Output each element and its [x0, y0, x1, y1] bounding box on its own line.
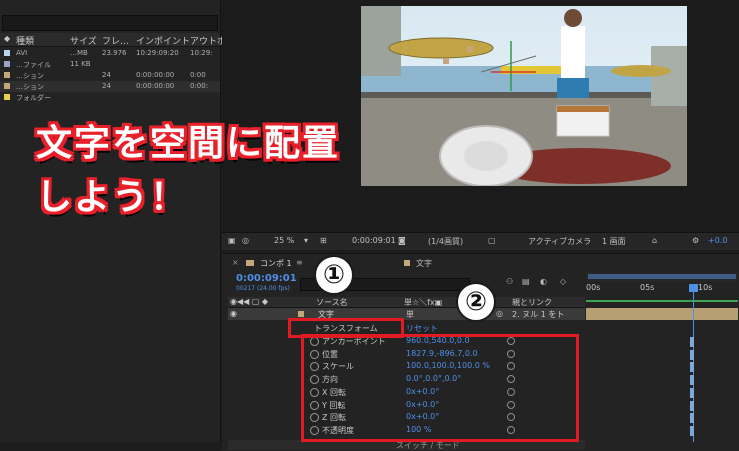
- column-fps[interactable]: フレ…: [102, 34, 129, 47]
- project-item[interactable]: …ション 24 0:00:00:00 0:00:: [0, 81, 220, 92]
- item-label-swatch[interactable]: [4, 61, 10, 67]
- close-tab-icon[interactable]: ×: [232, 258, 239, 267]
- project-item-name: …ファイル: [16, 61, 51, 69]
- item-label-swatch[interactable]: [4, 94, 10, 100]
- ruler-tick-10: 10s: [698, 283, 713, 292]
- tag-icon: ◆: [4, 34, 11, 43]
- project-item[interactable]: フォルダー: [0, 92, 220, 103]
- step-badge-1: ①: [314, 255, 354, 295]
- ruler-tick-5: 05s: [640, 283, 655, 292]
- ruler-tick-0: 00s: [586, 283, 601, 292]
- overlay-title-line2: しよう！: [36, 177, 189, 218]
- column-type[interactable]: 種類: [16, 34, 34, 47]
- camera-icon[interactable]: ◙: [398, 236, 406, 245]
- project-item[interactable]: AVI …MB 23.976 10:29:09:20 10:29:: [0, 48, 220, 59]
- project-item-fps: 24: [102, 71, 111, 79]
- comp-flowchart-icon[interactable]: ⚇: [506, 277, 513, 286]
- keyframe-marker[interactable]: [690, 349, 694, 360]
- snapshot-icon[interactable]: ▣: [228, 236, 236, 245]
- parent-select[interactable]: 2. ヌル 1 をト: [512, 309, 564, 320]
- item-label-swatch[interactable]: [4, 72, 10, 78]
- transform-reset-link[interactable]: リセット: [406, 323, 438, 334]
- resolution-select[interactable]: (1/4画質): [428, 236, 463, 247]
- fast-preview-icon[interactable]: ⌂: [652, 236, 657, 245]
- zoom-chevron-icon[interactable]: ▾: [304, 236, 308, 245]
- mask-icon[interactable]: ◎: [242, 236, 249, 245]
- keyframe-marker[interactable]: [690, 375, 694, 386]
- drummer-scene-image: [361, 6, 687, 186]
- exposure-value[interactable]: +0.0: [708, 236, 727, 245]
- tab-menu-icon[interactable]: ≡: [296, 258, 303, 267]
- overlay-title-line1: 文字を空間に配置: [36, 123, 341, 164]
- zoom-select[interactable]: 25 %: [274, 236, 294, 245]
- item-label-swatch[interactable]: [4, 83, 10, 89]
- project-item-name: フォルダー: [16, 94, 51, 102]
- keyframe-marker[interactable]: [690, 362, 694, 373]
- column-size[interactable]: サイズ: [70, 34, 97, 47]
- visibility-eye-icon[interactable]: ◉: [230, 309, 237, 318]
- column-in[interactable]: インポイント: [136, 34, 190, 47]
- work-area-range[interactable]: [588, 274, 736, 279]
- project-item-size: 11 KB: [70, 60, 91, 68]
- comp-color-swatch: [246, 260, 254, 266]
- project-item-fps: 23.976: [102, 49, 127, 57]
- keyframe-marker[interactable]: [690, 400, 694, 411]
- current-time-field[interactable]: 0:00:09:01: [352, 236, 396, 245]
- motion-blur-icon[interactable]: ◐: [540, 277, 547, 286]
- parent-pickwhip-icon[interactable]: ◎: [496, 309, 503, 318]
- project-item-name: AVI: [16, 49, 28, 57]
- parent-link-header[interactable]: 親とリンク: [512, 297, 552, 308]
- keyframe-marker[interactable]: [690, 337, 694, 347]
- project-item-size: …MB: [70, 49, 88, 57]
- project-item-fps: 24: [102, 82, 111, 90]
- step-badge-2: ②: [456, 282, 496, 322]
- viewer-toolbar: ▣ ◎ 25 % ▾ ⊞ 0:00:09:01 ◙ (1/4画質) ▢ アクティ…: [222, 232, 739, 250]
- column-out[interactable]: アウトポ: [190, 34, 226, 47]
- playhead-handle[interactable]: [689, 284, 698, 292]
- highlight-properties: [301, 334, 579, 442]
- project-item-in: 0:00:00:00: [136, 82, 175, 90]
- project-item-in: 0:00:00:00: [136, 71, 175, 79]
- layer-duration-bar[interactable]: [586, 308, 738, 320]
- source-name-header[interactable]: ソース名: [316, 297, 348, 308]
- keyframe-marker[interactable]: [690, 387, 694, 398]
- tab-text-comp[interactable]: 文字: [416, 258, 432, 269]
- tab-color-swatch: [404, 260, 410, 266]
- layer-duration-green: [586, 300, 738, 302]
- project-item[interactable]: …ファイル 11 KB: [0, 59, 220, 70]
- project-column-header: ◆ 種類 サイズ フレ… インポイント アウトポ: [0, 33, 226, 47]
- project-item-name: …ション: [16, 83, 44, 91]
- av-switch-icons: ◉◀◀ ▢ ◆: [230, 297, 269, 306]
- frame-info: 00217 (24.00 fps): [236, 285, 290, 292]
- project-item-out: 0:00:: [190, 82, 209, 90]
- keyframe-marker[interactable]: [690, 425, 694, 436]
- project-panel: ◆ 種類 サイズ フレ… インポイント アウトポ AVI …MB 23.976 10:…: [0, 0, 226, 442]
- composition-frame[interactable]: [361, 6, 687, 186]
- project-item-out: 0:00: [190, 71, 206, 79]
- exposure-icon[interactable]: ⚙: [692, 236, 699, 245]
- current-time-display[interactable]: 0:00:09:01: [236, 273, 297, 284]
- project-search-input[interactable]: [2, 15, 218, 31]
- grid-icon[interactable]: ⊞: [320, 236, 327, 245]
- tab-comp-1[interactable]: コンポ 1: [260, 258, 292, 269]
- switches-header-icons: 単☆＼fx▣: [404, 298, 443, 307]
- layer-label-swatch[interactable]: [298, 311, 304, 317]
- project-item[interactable]: …ション 24 0:00:00:00 0:00: [0, 70, 220, 81]
- item-label-swatch[interactable]: [4, 50, 10, 56]
- keyframe-marker[interactable]: [690, 413, 694, 424]
- views-layout-select[interactable]: 1 画面: [602, 236, 626, 247]
- project-item-name: …ション: [16, 72, 44, 80]
- graph-editor-icon[interactable]: ◇: [560, 277, 566, 286]
- draft-3d-icon[interactable]: ▤: [522, 277, 530, 286]
- project-item-in: 10:29:09:20: [136, 49, 179, 57]
- layer-shy-icon[interactable]: 単: [406, 309, 414, 320]
- project-item-out: 10:29:: [190, 49, 213, 57]
- region-icon[interactable]: ▢: [488, 236, 496, 245]
- camera-view-select[interactable]: アクティブカメラ: [528, 236, 591, 247]
